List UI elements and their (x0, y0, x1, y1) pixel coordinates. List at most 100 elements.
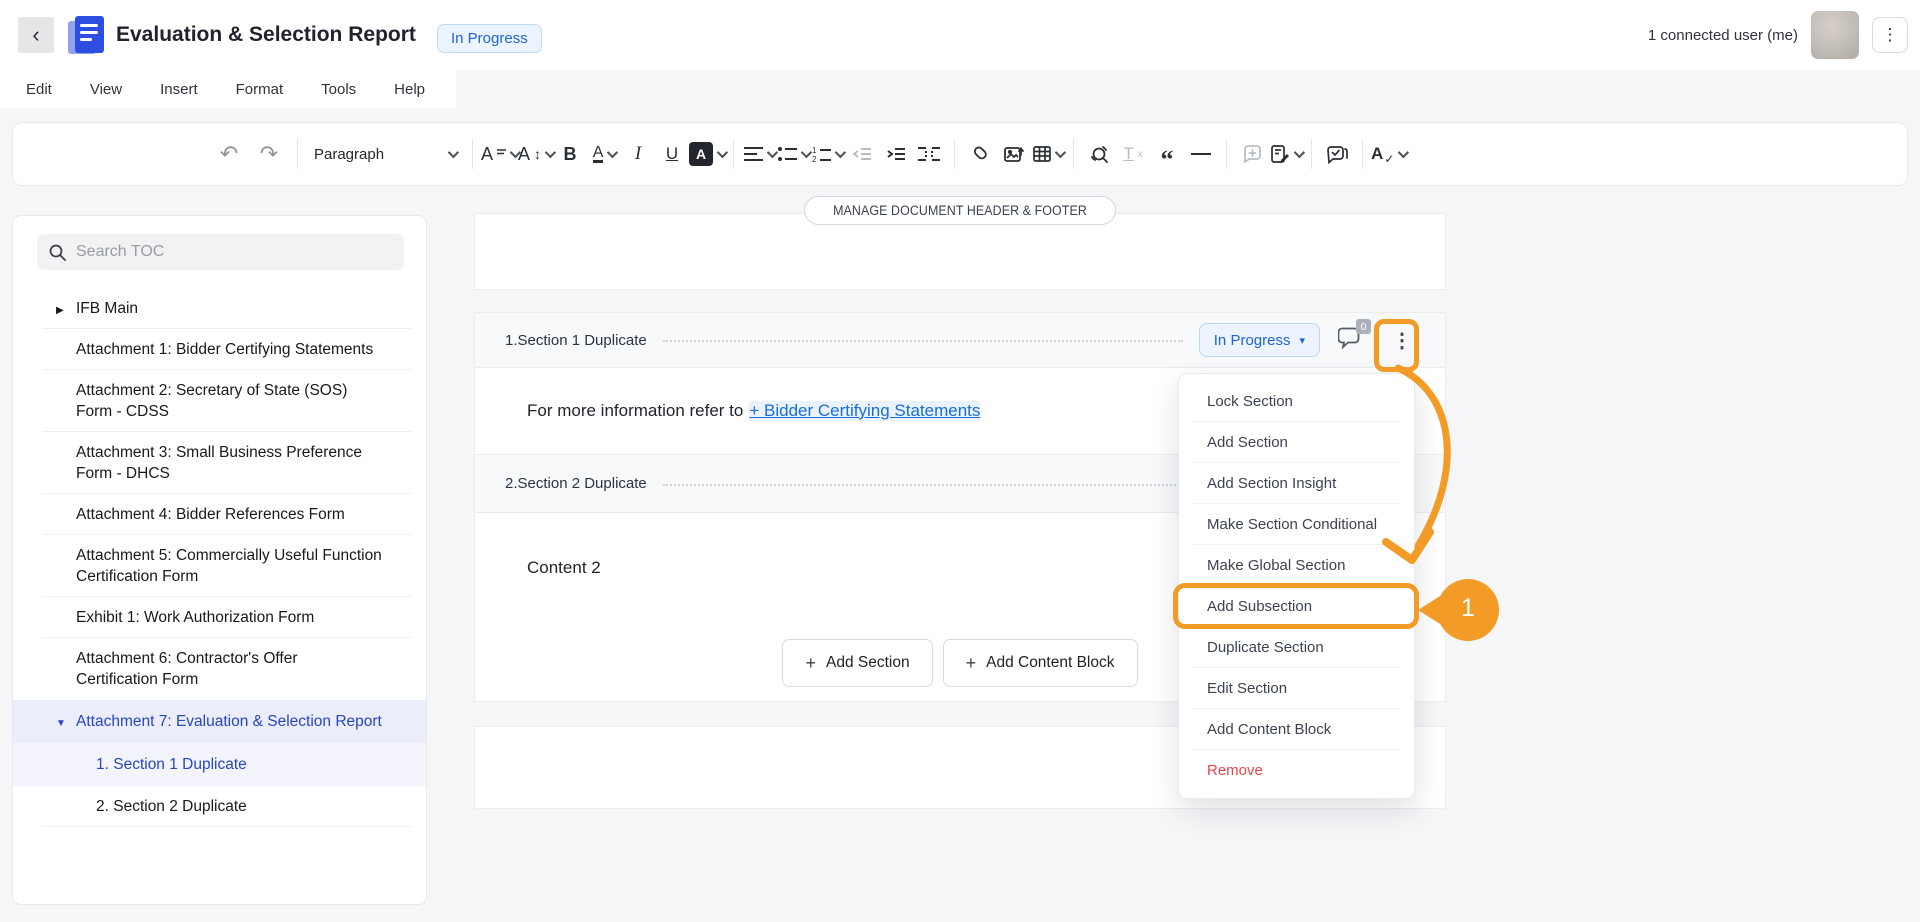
toc-item-section-1-duplicate[interactable]: 1. Section 1 Duplicate (13, 743, 426, 786)
chevron-down-icon (607, 147, 618, 158)
toolbar-divider (1073, 139, 1074, 169)
content-text: For more information refer to (527, 401, 743, 421)
section-1-header: 1.Section 1 Duplicate In Progress▾ 0 ⋮ (475, 313, 1445, 368)
toc-sidebar: ▶IFB Main Attachment 1: Bidder Certifyin… (12, 215, 427, 905)
font-family-button[interactable]: A (481, 134, 518, 174)
toc-item-attachment-5[interactable]: Attachment 5: Commercially Useful Functi… (13, 535, 426, 597)
annotation-step-marker: 1 (1416, 577, 1502, 643)
menu-item-edit-section[interactable]: Edit Section (1179, 668, 1414, 709)
menu-item-remove[interactable]: Remove (1179, 750, 1414, 791)
svg-text:1: 1 (812, 147, 817, 155)
toc-search-box[interactable] (37, 234, 404, 270)
toc-item-attachment-7[interactable]: ▼Attachment 7: Evaluation & Selection Re… (13, 700, 426, 743)
toc-search-input[interactable] (76, 243, 376, 261)
chevron-down-icon (1055, 147, 1066, 158)
toc-item-ifb-main[interactable]: ▶IFB Main (13, 288, 426, 329)
bullet-list-button[interactable] (776, 134, 810, 174)
menu-view[interactable]: View (90, 81, 122, 98)
add-comment-button[interactable] (1235, 134, 1269, 174)
chevron-down-icon (1293, 147, 1304, 158)
italic-button[interactable]: I (621, 134, 655, 174)
horizontal-rule-button[interactable] (1184, 134, 1218, 174)
chevron-down-icon (448, 147, 459, 158)
text-color-button[interactable]: A (587, 134, 621, 174)
font-size-button[interactable]: A↕ (518, 134, 553, 174)
back-button[interactable]: ‹ (18, 17, 54, 53)
menu-insert[interactable]: Insert (160, 81, 198, 98)
insert-table-button[interactable] (1031, 134, 1065, 174)
step-number: 1 (1452, 594, 1484, 623)
formatting-toolbar: ↶ ↷ Paragraph A A↕ B A I U A 12 Tx “ (12, 122, 1908, 186)
toc-item-attachment-6[interactable]: Attachment 6: Contractor's Offer Certifi… (13, 638, 426, 700)
indent-button[interactable] (878, 134, 912, 174)
clear-formatting-button[interactable]: Tx (1116, 134, 1150, 174)
align-button[interactable] (742, 134, 776, 174)
section-1-status-dropdown[interactable]: In Progress▾ (1199, 323, 1320, 357)
dotted-leader (663, 340, 1183, 342)
header-kebab-menu-button[interactable]: ⋮ (1872, 17, 1908, 53)
outdent-button[interactable] (844, 134, 878, 174)
chevron-down-icon (717, 147, 728, 158)
search-icon (49, 244, 66, 261)
toolbar-divider (1226, 139, 1227, 169)
bold-button[interactable]: B (553, 134, 587, 174)
toolbar-divider (1311, 139, 1312, 169)
add-content-block-button[interactable]: +Add Content Block (943, 639, 1138, 687)
section-1-comments-button[interactable]: 0 (1338, 326, 1363, 354)
toolbar-divider (954, 139, 955, 169)
toc-item-attachment-4[interactable]: Attachment 4: Bidder References Form (13, 494, 426, 535)
section-2-content[interactable]: Content 2 (527, 558, 601, 578)
menu-item-duplicate-section[interactable]: Duplicate Section (1179, 627, 1414, 668)
menu-edit[interactable]: Edit (26, 81, 52, 98)
blockquote-button[interactable]: “ (1150, 134, 1184, 174)
menu-format[interactable]: Format (236, 81, 284, 98)
annotation-highlight-add-subsection (1173, 583, 1419, 629)
page-title: Evaluation & Selection Report (116, 23, 416, 47)
toc-item-attachment-2[interactable]: Attachment 2: Secretary of State (SOS) F… (13, 370, 426, 432)
toolbar-divider (733, 139, 734, 169)
menu-tools[interactable]: Tools (321, 81, 356, 98)
plus-icon: + (966, 653, 977, 674)
find-replace-button[interactable] (1082, 134, 1116, 174)
spellcheck-button[interactable]: A✓ (1371, 134, 1406, 174)
numbered-list-button[interactable]: 12 (810, 134, 844, 174)
toolbar-divider (472, 139, 473, 169)
insert-link-button[interactable] (963, 134, 997, 174)
toc-item-exhibit-1[interactable]: Exhibit 1: Work Authorization Form (13, 597, 426, 638)
toc-item-attachment-3[interactable]: Attachment 3: Small Business Preference … (13, 432, 426, 494)
toc-tree: ▶IFB Main Attachment 1: Bidder Certifyin… (13, 288, 426, 827)
top-header: ‹ Evaluation & Selection Report In Progr… (0, 0, 1920, 70)
menu-help[interactable]: Help (394, 81, 425, 98)
annotation-curved-arrow (1378, 362, 1498, 587)
section-1-title: 1.Section 1 Duplicate (505, 332, 647, 349)
comments-panel-button[interactable] (1320, 134, 1354, 174)
toc-item-attachment-1[interactable]: Attachment 1: Bidder Certifying Statemen… (13, 329, 426, 370)
redo-button[interactable]: ↷ (249, 134, 289, 174)
user-avatar[interactable] (1811, 11, 1859, 59)
toc-item-section-2-duplicate[interactable]: 2. Section 2 Duplicate (13, 786, 426, 827)
bidder-certifying-statements-link[interactable]: + Bidder Certifying Statements (749, 401, 980, 421)
paragraph-style-dropdown[interactable]: Paragraph (306, 134, 464, 174)
undo-button[interactable]: ↶ (209, 134, 249, 174)
underline-button[interactable]: U (655, 134, 689, 174)
document-icon (68, 16, 108, 56)
insert-image-button[interactable] (997, 134, 1031, 174)
add-section-button[interactable]: +Add Section (782, 639, 932, 687)
notes-edit-button[interactable] (1269, 134, 1303, 174)
toolbar-divider (297, 139, 298, 169)
app-window: ‹ Evaluation & Selection Report In Progr… (0, 0, 1920, 922)
caret-down-icon: ▾ (1299, 334, 1305, 347)
highlight-color-button[interactable]: A (689, 134, 725, 174)
menubar: Edit View Insert Format Tools Help (0, 70, 456, 108)
expanded-triangle-icon[interactable]: ▼ (56, 713, 66, 734)
insert-break-button[interactable] (912, 134, 946, 174)
chevron-down-icon (1398, 147, 1409, 158)
comment-count-badge: 0 (1356, 319, 1371, 334)
toolbar-divider (1362, 139, 1363, 169)
manage-header-footer-button[interactable]: MANAGE DOCUMENT HEADER & FOOTER (804, 196, 1116, 225)
plus-icon: + (805, 653, 816, 674)
document-status-badge: In Progress (437, 24, 542, 53)
menu-item-add-content-block[interactable]: Add Content Block (1179, 709, 1414, 750)
collapsed-triangle-icon[interactable]: ▶ (56, 300, 64, 321)
svg-text:2: 2 (812, 155, 817, 162)
